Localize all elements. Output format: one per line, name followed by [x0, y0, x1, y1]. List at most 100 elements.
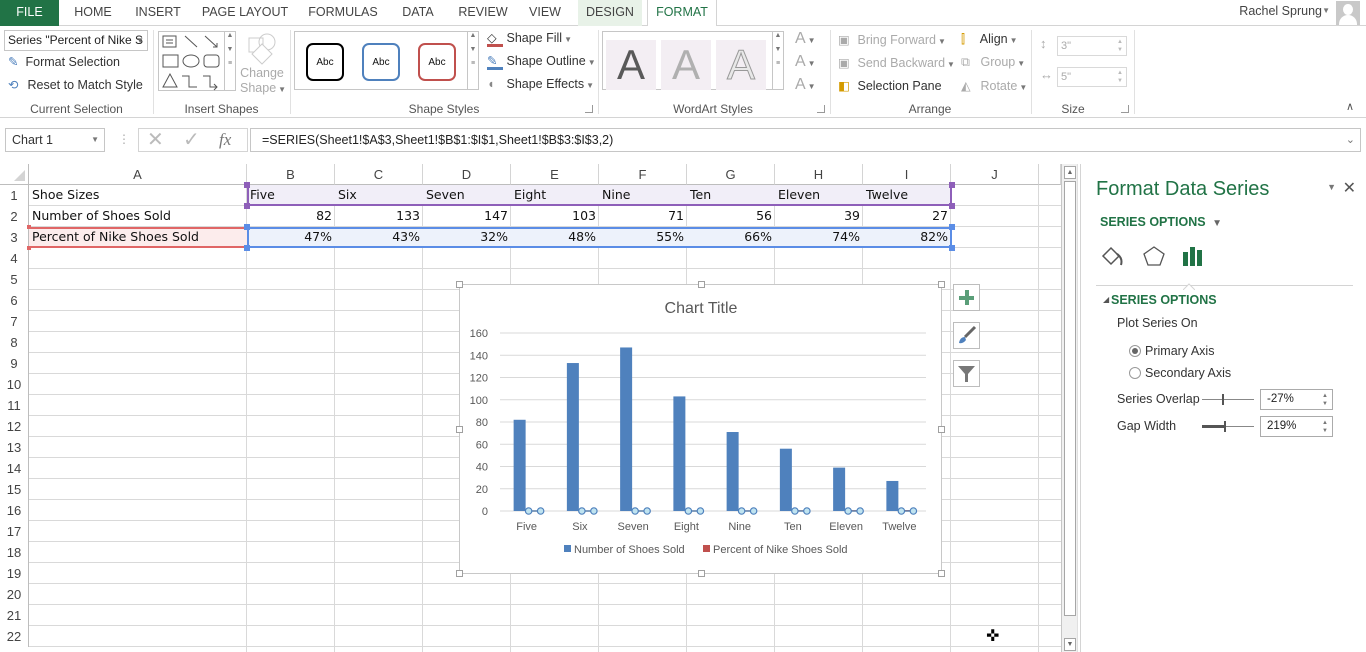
selection-marker[interactable] [536, 507, 545, 515]
collapse-triangle-icon[interactable]: ◢ [1103, 295, 1109, 304]
column-header-j[interactable]: J [951, 164, 1039, 185]
user-name[interactable]: Rachel Sprung [1239, 4, 1322, 18]
chart-element-selector[interactable]: Series "Percent of Nike S ▼ [4, 30, 148, 51]
row-header-2[interactable]: 2 [0, 206, 29, 227]
wordart-preset-outline[interactable]: A [716, 40, 766, 90]
shape-effects-button[interactable]: ◖ Shape Effects ▼ [487, 77, 594, 91]
secondary-axis-radio[interactable] [1129, 367, 1141, 379]
cell-g1[interactable]: Ten [687, 185, 775, 206]
bar-number-of-shoes-sold[interactable] [886, 480, 899, 511]
scroll-down-icon[interactable]: ▼ [1064, 638, 1076, 651]
wordart-preset-light[interactable]: A [661, 40, 711, 90]
row-header-8[interactable]: 8 [0, 332, 29, 353]
row-header-7[interactable]: 7 [0, 311, 29, 332]
gap-width-input[interactable]: 219% ▲ ▼ [1260, 416, 1333, 437]
shape-style-preset-red[interactable]: Abc [418, 43, 456, 81]
rotate-button[interactable]: ◭ Rotate ▼ [961, 78, 1027, 93]
cell-i1[interactable]: Twelve [863, 185, 951, 206]
effects-tab-icon[interactable] [1141, 244, 1167, 270]
row-header-6[interactable]: 6 [0, 290, 29, 311]
tab-home[interactable]: HOME [63, 0, 123, 26]
height-spinner[interactable]: ▲ ▼ [1117, 38, 1123, 54]
cell-c2[interactable]: 133 [335, 206, 423, 227]
cell-g3[interactable]: 66% [687, 227, 775, 248]
cell-i3[interactable]: 82% [863, 227, 951, 248]
tab-data[interactable]: DATA [392, 0, 444, 26]
selection-marker[interactable] [897, 507, 906, 515]
text-effects-button[interactable]: A ▼ [795, 76, 816, 94]
change-shape-button[interactable]: Change Shape ▼ [240, 32, 286, 97]
tab-insert[interactable]: INSERT [128, 0, 188, 26]
resize-handle[interactable] [698, 281, 705, 288]
cell-f3[interactable]: 55% [599, 227, 687, 248]
bar-number-of-shoes-sold[interactable] [779, 448, 792, 511]
cell-a3[interactable]: Percent of Nike Shoes Sold [29, 227, 247, 248]
row-header-3[interactable]: 3 [0, 227, 29, 248]
cell-d2[interactable]: 147 [423, 206, 511, 227]
selection-marker[interactable] [696, 507, 705, 515]
row-header-14[interactable]: 14 [0, 458, 29, 479]
tab-format[interactable]: FORMAT [647, 0, 717, 27]
cancel-icon[interactable]: ✕ [147, 129, 164, 151]
row-header-17[interactable]: 17 [0, 521, 29, 542]
cell-d1[interactable]: Seven [423, 185, 511, 206]
cell-e2[interactable]: 103 [511, 206, 599, 227]
selection-marker[interactable] [524, 507, 533, 515]
row-header-18[interactable]: 18 [0, 542, 29, 563]
spinner-icon[interactable]: ▲ ▼ [1322, 392, 1328, 408]
row-header-9[interactable]: 9 [0, 353, 29, 374]
close-icon[interactable]: ✕ [1343, 178, 1356, 198]
scroll-up-icon[interactable]: ▲ [1064, 166, 1076, 179]
row-header-20[interactable]: 20 [0, 584, 29, 605]
shape-styles-gallery[interactable]: Abc Abc Abc ▲ ▼ ≡ [294, 31, 479, 90]
name-box[interactable]: Chart 1 ▼ [5, 128, 105, 152]
cell-h3[interactable]: 74% [775, 227, 863, 248]
cell-g2[interactable]: 56 [687, 206, 775, 227]
dialog-launcher-icon[interactable] [585, 105, 593, 113]
column-header-a[interactable]: A [29, 164, 247, 185]
resize-handle[interactable] [698, 570, 705, 577]
cell-e3[interactable]: 48% [511, 227, 599, 248]
column-header-c[interactable]: C [335, 164, 423, 185]
shape-style-preset-blue[interactable]: Abc [362, 43, 400, 81]
row-header-1[interactable]: 1 [0, 185, 29, 206]
row-header-15[interactable]: 15 [0, 479, 29, 500]
cell-a2[interactable]: Number of Shoes Sold [29, 206, 247, 227]
bar-number-of-shoes-sold[interactable] [513, 419, 526, 511]
resize-handle[interactable] [938, 426, 945, 433]
scrollbar-thumb[interactable] [1064, 181, 1076, 616]
cell-f2[interactable]: 71 [599, 206, 687, 227]
selection-marker[interactable] [631, 507, 639, 515]
column-header-i[interactable]: I [863, 164, 951, 185]
cell-h1[interactable]: Eleven [775, 185, 863, 206]
user-menu-caret-icon[interactable]: ▼ [1322, 6, 1330, 15]
shape-outline-button[interactable]: ✎ Shape Outline ▼ [487, 54, 596, 70]
series-options-tab-icon[interactable] [1180, 244, 1206, 270]
tab-review[interactable]: REVIEW [453, 0, 513, 26]
insert-function-icon[interactable]: fx [219, 129, 231, 151]
reset-to-match-style-button[interactable]: ⟲ Reset to Match Style [8, 77, 143, 92]
cell-b3[interactable]: 47% [247, 227, 335, 248]
slider-knob[interactable] [1224, 421, 1226, 432]
group-button[interactable]: ⧉ Group ▼ [961, 55, 1025, 70]
chart-title[interactable]: Chart Title [665, 300, 738, 317]
selection-pane-button[interactable]: ◧ Selection Pane [838, 78, 942, 93]
selection-marker[interactable] [684, 507, 693, 515]
selection-marker[interactable] [749, 507, 758, 515]
selection-marker[interactable] [909, 507, 918, 515]
column-header-e[interactable]: E [511, 164, 599, 185]
row-header-12[interactable]: 12 [0, 416, 29, 437]
cell-c1[interactable]: Six [335, 185, 423, 206]
cell-b2[interactable]: 82 [247, 206, 335, 227]
selection-marker[interactable] [844, 507, 852, 515]
bar-number-of-shoes-sold[interactable] [673, 396, 686, 511]
wordart-preset-dark[interactable]: A [606, 40, 656, 90]
shape-style-preset-black[interactable]: Abc [306, 43, 344, 81]
spinner-icon[interactable]: ▲ ▼ [1322, 419, 1328, 435]
chart[interactable]: Chart Title 0 20 40 60 80 100 120 140 160 Five Si… [456, 281, 945, 577]
shape-width-input[interactable]: 5" ▲ ▼ [1057, 67, 1127, 87]
selection-marker[interactable] [590, 507, 598, 515]
cell-d3[interactable]: 32% [423, 227, 511, 248]
cell-f1[interactable]: Nine [599, 185, 687, 206]
bar-number-of-shoes-sold[interactable] [726, 432, 739, 511]
